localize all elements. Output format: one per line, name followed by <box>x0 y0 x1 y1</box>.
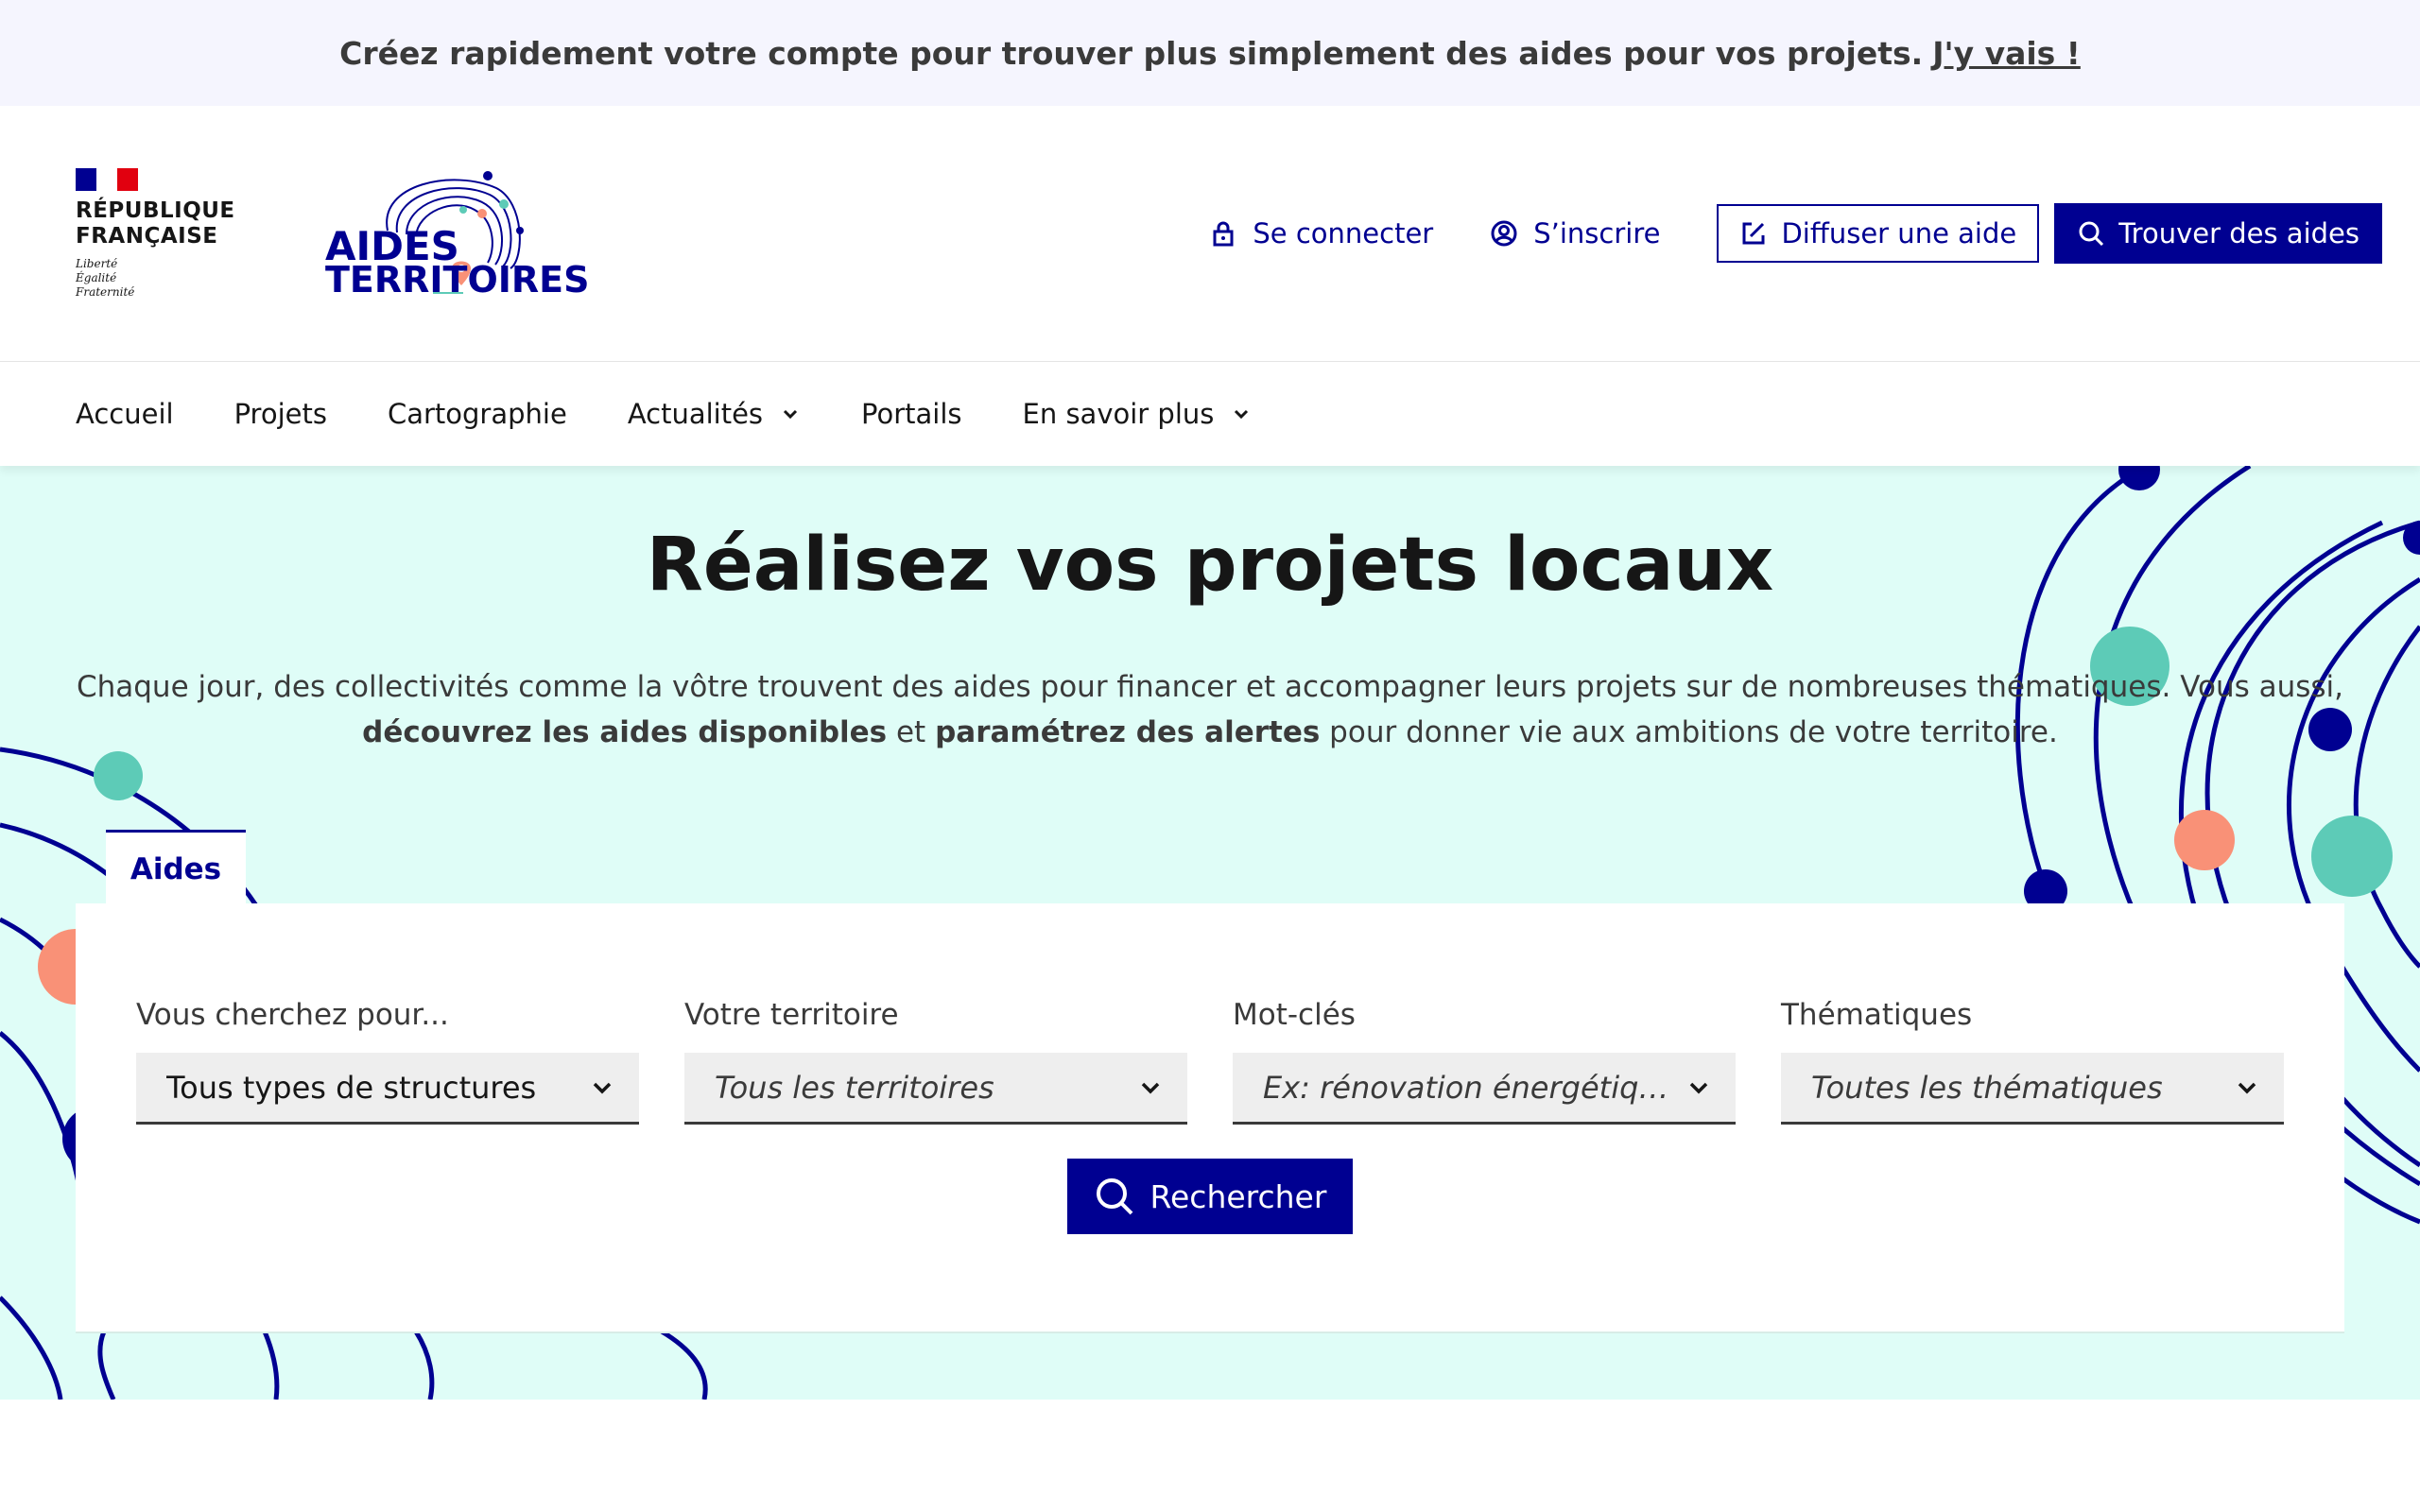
keywords-field: Mot-clés Ex: rénovation énergétique, vél… <box>1233 998 1736 1125</box>
lead-bold-2: paramétrez des alertes <box>935 715 1321 749</box>
territory-label: Votre territoire <box>684 998 899 1032</box>
territory-value: Tous les territoires <box>715 1069 994 1106</box>
nav-item-portails[interactable]: Portails <box>861 398 961 430</box>
hero-section: Réalisez vos projets locaux Chaque jour,… <box>0 466 2420 1400</box>
nav-label: Actualités <box>627 398 764 430</box>
find-aids-button[interactable]: Trouver des aides <box>2054 203 2382 264</box>
nav-item-actualites[interactable]: Actualités <box>628 398 801 430</box>
keywords-placeholder: Ex: rénovation énergétique, vélo, tiers … <box>1263 1069 1669 1106</box>
nav-item-cartographie[interactable]: Cartographie <box>388 398 567 430</box>
publish-aid-label: Diffuser une aide <box>1781 217 2017 249</box>
keywords-input[interactable]: Ex: rénovation énergétique, vélo, tiers … <box>1233 1053 1736 1125</box>
territory-field: Votre territoire Tous les territoires <box>684 998 1187 1125</box>
chevron-down-icon <box>1136 1074 1165 1102</box>
structure-type-label: Vous cherchez pour... <box>136 998 449 1032</box>
lead-text-1: Chaque jour, des collectivités comme la … <box>76 670 2344 704</box>
republic-name: RÉPUBLIQUE FRANÇAISE <box>76 198 235 249</box>
logo-text-territoires: TERRITOIRES <box>325 259 590 301</box>
motto-egalite: Égalité <box>76 271 117 284</box>
lead-text-2: pour donner vie aux ambitions de votre t… <box>1329 715 2058 749</box>
structure-type-field: Vous cherchez pour... Tous types de stru… <box>136 998 639 1125</box>
login-label: Se connecter <box>1253 217 1434 249</box>
edit-icon <box>1739 219 1768 248</box>
chevron-down-icon <box>780 404 801 424</box>
signup-link[interactable]: S’inscrire <box>1490 217 1660 249</box>
motto-fraternite: Fraternité <box>76 285 135 299</box>
nav-label: Portails <box>861 398 962 430</box>
find-aids-label: Trouver des aides <box>2118 217 2360 249</box>
chevron-down-icon <box>588 1074 616 1102</box>
signup-label: S’inscrire <box>1533 217 1661 249</box>
notice-text: Créez rapidement votre compte pour trouv… <box>339 34 1924 72</box>
nav-item-projets[interactable]: Projets <box>234 398 327 430</box>
hero-lead: Chaque jour, des collectivités comme la … <box>76 664 2344 755</box>
republic-line1: RÉPUBLIQUE <box>76 198 235 223</box>
republic-line2: FRANÇAISE <box>76 224 218 249</box>
header-actions: Se connecter S’inscrire Diffuser une aid… <box>1209 202 2382 265</box>
motto-liberte: Liberté <box>76 257 118 270</box>
publish-aid-button[interactable]: Diffuser une aide <box>1717 204 2040 263</box>
lock-icon <box>1209 219 1237 248</box>
search-icon <box>1094 1176 1135 1217</box>
site-header: RÉPUBLIQUE FRANÇAISE Liberté Égalité Fra… <box>0 106 2420 363</box>
nav-label: En savoir plus <box>1022 398 1215 430</box>
structure-type-select[interactable]: Tous types de structures <box>136 1053 639 1125</box>
hero-title: Réalisez vos projets locaux <box>646 523 1774 608</box>
french-flag-icon <box>76 168 138 191</box>
structure-type-value: Tous types de structures <box>166 1069 537 1106</box>
republique-francaise-logo[interactable]: RÉPUBLIQUE FRANÇAISE Liberté Égalité Fra… <box>76 168 235 300</box>
lead-bold-1: découvrez les aides disponibles <box>362 715 888 749</box>
keywords-label: Mot-clés <box>1233 998 1356 1032</box>
nav-label: Projets <box>233 398 327 430</box>
aides-territoires-logo[interactable]: AIDES TERRITOIRES <box>321 164 590 301</box>
chevron-down-icon <box>1231 404 1252 424</box>
main-navigation: Accueil Projets Cartographie Actualités … <box>0 362 2420 466</box>
login-link[interactable]: Se connecter <box>1209 217 1433 249</box>
tab-aides[interactable]: Aides <box>106 830 246 905</box>
notice-bar: Créez rapidement votre compte pour trouv… <box>0 0 2420 106</box>
themes-field: Thématiques Toutes les thématiques <box>1781 998 2284 1125</box>
nav-label: Cartographie <box>387 398 567 430</box>
themes-label: Thématiques <box>1781 998 1973 1032</box>
notice-link[interactable]: J'y vais ! <box>1932 35 2081 72</box>
search-icon <box>2077 219 2105 248</box>
nav-item-en-savoir-plus[interactable]: En savoir plus <box>1023 398 1253 430</box>
territory-select[interactable]: Tous les territoires <box>684 1053 1187 1125</box>
chevron-down-icon <box>1685 1074 1713 1102</box>
nav-item-accueil[interactable]: Accueil <box>76 398 174 430</box>
themes-select[interactable]: Toutes les thématiques <box>1781 1053 2284 1125</box>
search-button-label: Rechercher <box>1150 1177 1327 1215</box>
search-panel: Vous cherchez pour... Tous types de stru… <box>76 903 2344 1332</box>
nav-label: Accueil <box>76 398 174 430</box>
user-icon <box>1490 219 1518 248</box>
lead-and: et <box>895 715 926 749</box>
themes-value: Toutes les thématiques <box>1811 1069 2163 1106</box>
search-button[interactable]: Rechercher <box>1067 1159 1353 1234</box>
republic-motto: Liberté Égalité Fraternité <box>76 257 227 300</box>
chevron-down-icon <box>2233 1074 2261 1102</box>
